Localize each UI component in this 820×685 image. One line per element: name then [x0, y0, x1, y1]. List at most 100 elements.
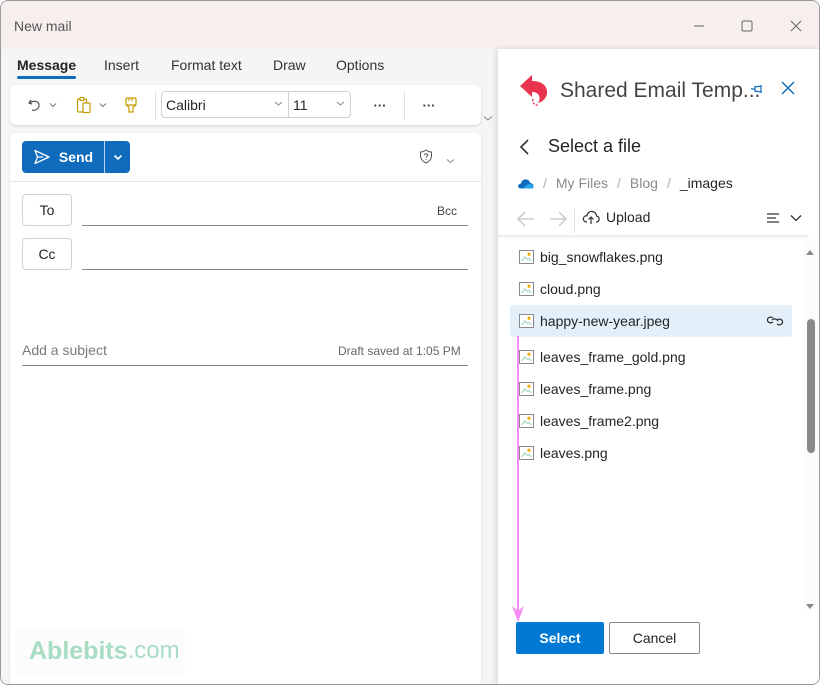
- scroll-up-button[interactable]: [805, 243, 815, 261]
- arrow-left-icon: [517, 211, 534, 227]
- chevron-down-icon: [483, 116, 493, 121]
- pane-title: Shared Email Temp...: [560, 79, 761, 102]
- upload-button[interactable]: Upload: [582, 209, 650, 225]
- onedrive-cloud-icon[interactable]: [517, 178, 534, 189]
- file-name: leaves_frame_gold.png: [540, 349, 686, 365]
- title-bar: New mail: [1, 1, 819, 49]
- format-painter-button[interactable]: [120, 85, 142, 125]
- select-file-heading: Select a file: [548, 136, 642, 156]
- view-options-button[interactable]: [766, 212, 802, 224]
- send-options-dropdown[interactable]: [105, 141, 130, 173]
- chevron-down-icon: [49, 103, 57, 108]
- send-button-group: Send: [22, 141, 130, 173]
- chevron-down-icon: [99, 103, 107, 108]
- cc-field[interactable]: [82, 241, 422, 267]
- addin-pane: Shared Email Temp... Select a file / My …: [498, 49, 819, 684]
- tab-draw[interactable]: Draw: [273, 57, 306, 73]
- back-button[interactable]: [518, 138, 530, 161]
- shared-link-icon[interactable]: [766, 314, 784, 328]
- image-file-icon: [519, 382, 534, 396]
- send-button[interactable]: Send: [22, 141, 105, 173]
- sensitivity-dropdown[interactable]: [446, 151, 455, 169]
- file-item[interactable]: leaves_frame2.png: [510, 405, 792, 437]
- nav-back-button[interactable]: [516, 210, 536, 233]
- undo-dropdown[interactable]: [47, 85, 59, 125]
- pin-pane-button[interactable]: [750, 82, 766, 100]
- sensitivity-button[interactable]: [419, 149, 433, 169]
- breadcrumb-separator: /: [666, 175, 671, 191]
- more-options-button[interactable]: ···: [415, 85, 443, 125]
- outlook-new-mail-window: New mail Message Insert Format text Draw…: [0, 0, 820, 685]
- breadcrumb-separator: /: [543, 175, 547, 191]
- shield-question-icon: [420, 149, 432, 164]
- undo-button[interactable]: [24, 85, 46, 125]
- more-formatting-button[interactable]: ···: [366, 85, 394, 125]
- image-file-icon: [519, 314, 534, 328]
- cc-button[interactable]: Cc: [22, 238, 72, 270]
- ablebits-watermark: Ablebits .com: [15, 628, 185, 674]
- paste-dropdown[interactable]: [97, 85, 109, 125]
- upload-label: Upload: [606, 209, 651, 225]
- font-name-select[interactable]: Calibri: [161, 91, 289, 118]
- close-icon: [790, 20, 802, 32]
- cc-field-underline: [82, 269, 468, 270]
- paste-button[interactable]: [73, 85, 95, 125]
- scrollbar-thumb[interactable]: [807, 319, 815, 453]
- to-field-underline: [82, 225, 468, 226]
- minimize-icon: [694, 25, 704, 27]
- tab-format-text[interactable]: Format text: [171, 57, 242, 73]
- chevron-down-icon: [274, 101, 283, 106]
- subject-input[interactable]: Add a subject: [22, 342, 107, 358]
- select-button[interactable]: Select: [516, 622, 604, 654]
- chevron-down-icon: [113, 154, 122, 160]
- to-field[interactable]: [82, 197, 422, 223]
- to-button[interactable]: To: [22, 194, 72, 226]
- file-item[interactable]: leaves.png: [510, 437, 792, 469]
- draft-status: Draft saved at 1:05 PM: [338, 344, 461, 358]
- undo-icon: [28, 99, 40, 111]
- close-window-button[interactable]: [781, 13, 811, 39]
- ribbon-separator: [155, 91, 156, 119]
- font-size-select[interactable]: 11: [288, 91, 351, 118]
- file-name: leaves_frame.png: [540, 381, 652, 397]
- ribbon-tabs: Message Insert Format text Draw Options: [1, 49, 498, 81]
- watermark-suffix: .com: [127, 637, 180, 664]
- nav-forward-button[interactable]: [548, 210, 568, 233]
- clipboard-icon: [76, 96, 91, 114]
- breadcrumb-my-files[interactable]: My Files: [556, 175, 608, 191]
- tab-message[interactable]: Message: [17, 57, 77, 79]
- ribbon-expand-button[interactable]: [483, 109, 493, 127]
- reply-arrow-logo-icon: [520, 75, 548, 106]
- window-title: New mail: [14, 18, 72, 34]
- file-item[interactable]: leaves_frame_gold.png: [510, 341, 792, 373]
- chevron-down-icon: [336, 101, 345, 106]
- scroll-down-button[interactable]: [805, 598, 815, 616]
- file-name: cloud.png: [540, 281, 601, 297]
- file-item[interactable]: leaves_frame.png: [510, 373, 792, 405]
- close-pane-button[interactable]: [781, 81, 795, 100]
- breadcrumb-blog[interactable]: Blog: [630, 175, 658, 191]
- file-item-selected[interactable]: happy-new-year.jpeg: [510, 305, 792, 337]
- file-name: big_snowflakes.png: [540, 249, 663, 265]
- watermark-brand: Ablebits: [29, 636, 128, 665]
- tab-options[interactable]: Options: [336, 57, 384, 73]
- breadcrumb-images: _images: [679, 175, 733, 191]
- tab-insert[interactable]: Insert: [104, 57, 139, 73]
- file-nav-toolbar: Upload: [498, 204, 808, 236]
- file-list: big_snowflakes.png cloud.png happy-new-y…: [510, 241, 792, 469]
- maximize-button[interactable]: [732, 13, 762, 39]
- list-view-icon: [767, 213, 779, 223]
- bcc-button[interactable]: Bcc: [437, 204, 457, 218]
- image-file-icon: [519, 282, 534, 296]
- minimize-button[interactable]: [684, 13, 714, 39]
- chevron-down-icon: [446, 159, 455, 164]
- file-item[interactable]: cloud.png: [510, 273, 792, 305]
- ribbon-toolbar: Calibri 11 ··· ···: [10, 85, 481, 125]
- cancel-button[interactable]: Cancel: [609, 622, 700, 654]
- triangle-up-icon: [806, 250, 814, 255]
- image-file-icon: [519, 414, 534, 428]
- file-name: leaves.png: [540, 445, 608, 461]
- file-item[interactable]: big_snowflakes.png: [510, 241, 792, 273]
- ribbon-separator: [404, 91, 405, 119]
- send-icon: [34, 149, 50, 165]
